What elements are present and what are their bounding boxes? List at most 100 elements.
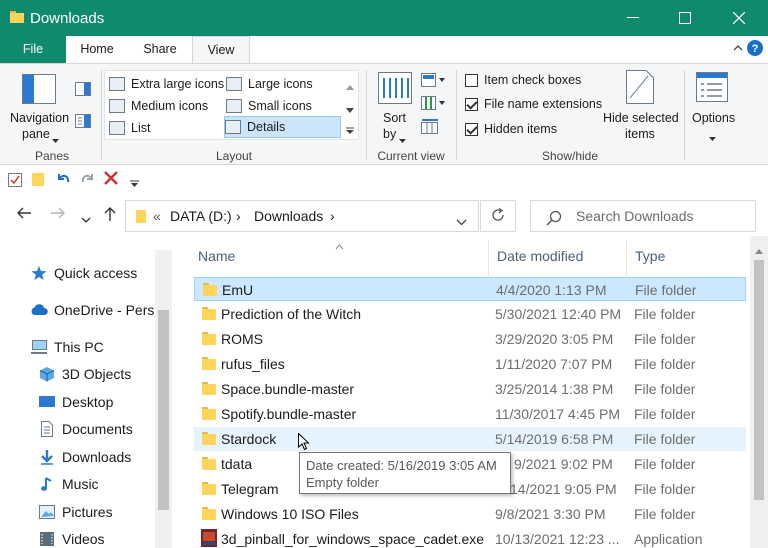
column-header-name[interactable]: Name bbox=[198, 248, 235, 264]
navigation-pane-scrollbar[interactable] bbox=[155, 250, 172, 548]
options-button[interactable]: Options bbox=[688, 68, 738, 146]
size-all-columns-icon[interactable] bbox=[421, 119, 439, 138]
ribbon-separator bbox=[456, 70, 457, 160]
file-row[interactable]: Windows 10 ISO Files 9/8/2021 3:30 PM Fi… bbox=[194, 502, 746, 526]
ribbon-separator bbox=[101, 70, 102, 160]
computer-icon bbox=[30, 339, 48, 355]
document-icon bbox=[38, 421, 56, 437]
collapse-ribbon-chevron-icon[interactable] bbox=[733, 41, 743, 55]
file-name-extensions-checkbox[interactable] bbox=[465, 98, 478, 111]
hidden-items-checkbox[interactable] bbox=[465, 123, 478, 136]
file-list: Name Date modified Type EmU 4/4/2020 1:1… bbox=[190, 236, 750, 548]
breadcrumb-downloads[interactable]: Downloads bbox=[254, 208, 323, 224]
preview-pane-icon[interactable] bbox=[75, 82, 91, 99]
tab-view[interactable]: View bbox=[192, 36, 250, 64]
file-name: Telegram bbox=[221, 481, 279, 497]
file-list-scrollbar[interactable] bbox=[750, 236, 768, 548]
close-button[interactable] bbox=[716, 0, 762, 36]
layout-item-label: Medium icons bbox=[131, 99, 209, 113]
item-check-boxes-checkbox[interactable] bbox=[465, 74, 478, 87]
maximize-button[interactable] bbox=[662, 0, 708, 36]
address-overflow-chevrons[interactable]: « bbox=[153, 208, 161, 224]
window-title: Downloads bbox=[30, 10, 105, 27]
navigation-pane: Quick access OneDrive - Perso This PC 3D… bbox=[0, 250, 170, 548]
file-name: Windows 10 ISO Files bbox=[221, 506, 359, 522]
tab-home[interactable]: Home bbox=[66, 36, 128, 63]
layout-item-label: Small icons bbox=[248, 99, 312, 113]
title-bar: Downloads bbox=[0, 0, 768, 36]
layout-extra-large-icons[interactable]: Extra large icons bbox=[109, 73, 225, 95]
column-header-date-modified[interactable]: Date modified bbox=[497, 248, 583, 264]
tab-file[interactable]: File bbox=[0, 36, 66, 63]
file-type: File folder bbox=[634, 481, 696, 497]
column-divider[interactable] bbox=[626, 240, 627, 276]
sort-ascending-icon bbox=[335, 238, 344, 253]
file-name-extensions-label: File name extensions bbox=[484, 97, 603, 111]
nav-item-label: Pictures bbox=[62, 504, 113, 520]
folder-icon bbox=[203, 283, 217, 296]
up-arrow-icon[interactable] bbox=[104, 206, 116, 226]
show-hide-group-label: Show/hide bbox=[541, 149, 599, 163]
breadcrumb-separator[interactable]: › bbox=[236, 208, 241, 224]
layout-details[interactable]: Details bbox=[224, 116, 341, 138]
redo-icon[interactable] bbox=[80, 171, 96, 190]
minimize-button[interactable] bbox=[610, 0, 656, 36]
gallery-more-icon[interactable] bbox=[346, 123, 354, 138]
file-row[interactable]: 3d_pinball_for_windows_space_cadet.exe 1… bbox=[194, 527, 746, 548]
hide-selected-items-button[interactable]: Hide selected items bbox=[600, 68, 680, 146]
back-arrow-icon[interactable] bbox=[16, 206, 32, 223]
help-icon[interactable]: ? bbox=[746, 39, 764, 60]
customize-toolbar-icon[interactable] bbox=[130, 176, 139, 191]
group-by-icon[interactable] bbox=[421, 73, 447, 90]
search-box[interactable] bbox=[530, 200, 756, 232]
recent-locations-chevron-icon[interactable] bbox=[81, 211, 91, 228]
file-row[interactable]: ROMS 3/29/2020 3:05 PM File folder bbox=[194, 327, 746, 351]
sort-by-button[interactable]: Sort by bbox=[374, 68, 418, 146]
new-folder-icon[interactable] bbox=[32, 171, 44, 190]
folder-icon bbox=[202, 357, 216, 370]
options-label: Options bbox=[692, 111, 736, 125]
tooltip-folder-info: Empty folder bbox=[306, 475, 379, 490]
file-row[interactable]: EmU 4/4/2020 1:13 PM File folder bbox=[194, 277, 746, 301]
layout-large-icons[interactable]: Large icons bbox=[226, 73, 340, 95]
properties-icon[interactable] bbox=[8, 171, 22, 190]
navigation-pane-button[interactable]: Navigation pane bbox=[6, 68, 72, 146]
mouse-cursor-icon bbox=[298, 432, 310, 454]
file-name: Space.bundle-master bbox=[221, 381, 355, 397]
breadcrumb-separator[interactable]: › bbox=[330, 208, 335, 224]
address-bar[interactable]: « DATA (D:) › Downloads › bbox=[125, 200, 479, 232]
file-row[interactable]: Prediction of the Witch 5/30/2021 12:40 … bbox=[194, 302, 746, 326]
file-date: 14/2021 9:05 PM bbox=[510, 481, 617, 497]
gallery-scroll-down-icon[interactable] bbox=[346, 101, 354, 116]
gallery-scroll-up-icon[interactable] bbox=[346, 78, 354, 93]
scrollbar-thumb[interactable] bbox=[754, 260, 764, 500]
breadcrumb-drive[interactable]: DATA (D:) bbox=[170, 208, 232, 224]
column-divider[interactable] bbox=[488, 240, 489, 276]
layout-list[interactable]: List bbox=[109, 117, 225, 139]
folder-icon bbox=[136, 209, 146, 226]
tab-share[interactable]: Share bbox=[128, 36, 192, 63]
delete-icon[interactable] bbox=[104, 171, 118, 188]
file-row[interactable]: Spotify.bundle-master 11/30/2017 4:45 PM… bbox=[194, 402, 746, 426]
address-history-chevron-icon[interactable] bbox=[456, 213, 467, 229]
layout-medium-icons[interactable]: Medium icons bbox=[109, 95, 225, 117]
file-date: 5/30/2021 12:40 PM bbox=[495, 306, 622, 322]
scrollbar-thumb[interactable] bbox=[158, 310, 169, 510]
add-columns-icon[interactable] bbox=[421, 96, 447, 113]
layout-small-icons[interactable]: Small icons bbox=[226, 95, 340, 117]
folder-icon bbox=[202, 382, 216, 395]
forward-arrow-icon[interactable] bbox=[50, 206, 66, 223]
desktop-icon bbox=[38, 394, 56, 410]
file-type: File folder bbox=[634, 381, 696, 397]
details-pane-icon[interactable] bbox=[75, 114, 91, 131]
star-icon bbox=[30, 265, 48, 281]
application-icon bbox=[201, 529, 217, 548]
scroll-up-arrow-icon[interactable] bbox=[755, 242, 763, 257]
refresh-button[interactable] bbox=[480, 200, 516, 232]
column-header-type[interactable]: Type bbox=[635, 248, 665, 264]
file-row[interactable]: Stardock 5/14/2019 6:58 PM File folder bbox=[194, 427, 746, 451]
file-row[interactable]: rufus_files 1/11/2020 7:07 PM File folde… bbox=[194, 352, 746, 376]
undo-icon[interactable] bbox=[55, 171, 71, 190]
file-row[interactable]: Space.bundle-master 3/25/2014 1:38 PM Fi… bbox=[194, 377, 746, 401]
search-input[interactable] bbox=[576, 206, 751, 226]
